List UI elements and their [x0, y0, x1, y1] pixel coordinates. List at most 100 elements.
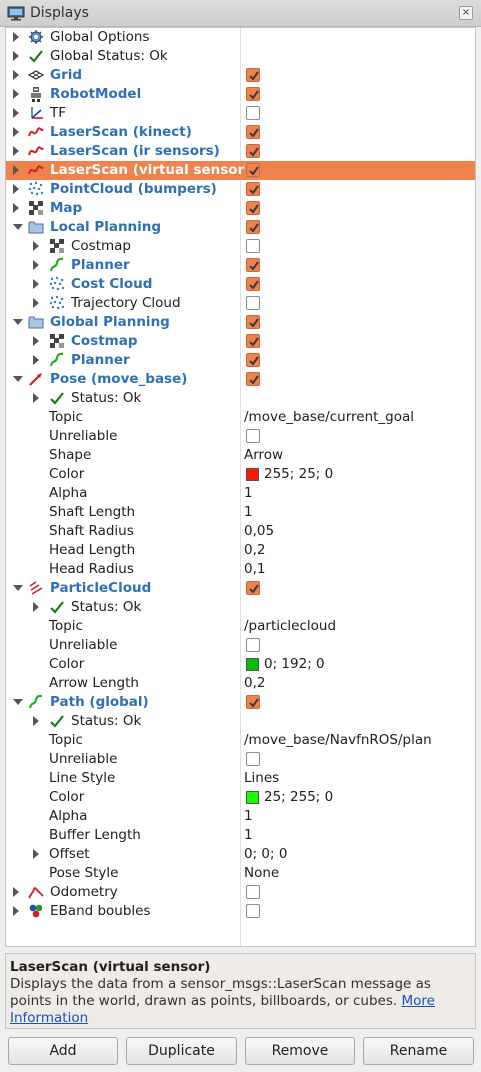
row-grid[interactable]: Grid [6, 66, 475, 85]
property-value[interactable]: 0,2 [244, 542, 265, 558]
prop-pose-head-radius[interactable]: Head Radius 0,1 [6, 560, 475, 579]
row-pose-status[interactable]: Status: Ok [6, 389, 475, 408]
property-value[interactable]: 255; 25; 0 [264, 466, 333, 482]
prop-particlecloud-color[interactable]: Color 0; 192; 0 [6, 655, 475, 674]
prop-path-pose-style[interactable]: Pose Style None [6, 864, 475, 883]
enabled-checkbox[interactable] [246, 429, 260, 443]
prop-pose-alpha[interactable]: Alpha 1 [6, 484, 475, 503]
collapse-arrow-icon[interactable] [13, 224, 23, 230]
expand-arrow-icon[interactable] [13, 203, 19, 213]
row-local-planner[interactable]: Planner [6, 256, 475, 275]
property-value[interactable]: 0,1 [244, 561, 265, 577]
add-button[interactable]: Add [8, 1037, 118, 1065]
row-odometry[interactable]: Odometry [6, 883, 475, 902]
expand-arrow-icon[interactable] [13, 108, 19, 118]
row-global-options[interactable]: Global Options [6, 28, 475, 47]
collapse-arrow-icon[interactable] [13, 319, 23, 325]
collapse-arrow-icon[interactable] [13, 585, 23, 591]
duplicate-button[interactable]: Duplicate [126, 1037, 237, 1065]
expand-arrow-icon[interactable] [33, 241, 39, 251]
row-path-global[interactable]: Path (global) [6, 693, 475, 712]
collapse-arrow-icon[interactable] [13, 699, 23, 705]
expand-arrow-icon[interactable] [13, 51, 19, 61]
enabled-checkbox[interactable] [246, 144, 260, 158]
expand-arrow-icon[interactable] [13, 70, 19, 80]
expand-arrow-icon[interactable] [33, 716, 39, 726]
color-swatch[interactable] [246, 658, 259, 671]
prop-pose-head-length[interactable]: Head Length 0,2 [6, 541, 475, 560]
prop-particlecloud-unreliable[interactable]: Unreliable [6, 636, 475, 655]
property-value[interactable]: 0,2 [244, 675, 265, 691]
enabled-checkbox[interactable] [246, 904, 260, 918]
expand-arrow-icon[interactable] [33, 355, 39, 365]
prop-pose-color[interactable]: Color 255; 25; 0 [6, 465, 475, 484]
row-global-planner[interactable]: Planner [6, 351, 475, 370]
row-local-planning[interactable]: Local Planning [6, 218, 475, 237]
row-pointcloud-bumpers[interactable]: PointCloud (bumpers) [6, 180, 475, 199]
property-value[interactable]: /particlecloud [244, 618, 336, 634]
property-value[interactable]: Lines [244, 770, 279, 786]
property-value[interactable]: Arrow [244, 447, 283, 463]
expand-arrow-icon[interactable] [13, 32, 19, 42]
enabled-checkbox[interactable] [246, 163, 260, 177]
prop-path-topic[interactable]: Topic/move_base/NavfnROS/plan [6, 731, 475, 750]
expand-arrow-icon[interactable] [33, 602, 39, 612]
row-robotmodel[interactable]: RobotModel [6, 85, 475, 104]
enabled-checkbox[interactable] [246, 87, 260, 101]
property-value[interactable]: 1 [244, 504, 253, 520]
row-global-costmap[interactable]: Costmap [6, 332, 475, 351]
prop-pose-shaft-length[interactable]: Shaft Length 1 [6, 503, 475, 522]
enabled-checkbox[interactable] [246, 372, 260, 386]
enabled-checkbox[interactable] [246, 258, 260, 272]
enabled-checkbox[interactable] [246, 239, 260, 253]
expand-arrow-icon[interactable] [13, 184, 19, 194]
row-laserscan-kinect[interactable]: LaserScan (kinect) [6, 123, 475, 142]
color-swatch[interactable] [246, 791, 259, 804]
row-pose[interactable]: Pose (move_base) [6, 370, 475, 389]
remove-button[interactable]: Remove [245, 1037, 355, 1065]
expand-arrow-icon[interactable] [33, 393, 39, 403]
row-particlecloud[interactable]: ParticleCloud [6, 579, 475, 598]
enabled-checkbox[interactable] [246, 315, 260, 329]
close-panel-button[interactable]: × [459, 6, 473, 20]
expand-arrow-icon[interactable] [13, 887, 19, 897]
row-global-status[interactable]: Global Status: Ok [6, 47, 475, 66]
property-value[interactable]: 0,05 [244, 523, 274, 539]
collapse-arrow-icon[interactable] [13, 376, 23, 382]
row-map[interactable]: Map [6, 199, 475, 218]
enabled-checkbox[interactable] [246, 353, 260, 367]
enabled-checkbox[interactable] [246, 201, 260, 215]
prop-pose-shaft-radius[interactable]: Shaft Radius 0,05 [6, 522, 475, 541]
enabled-checkbox[interactable] [246, 581, 260, 595]
rename-button[interactable]: Rename [363, 1037, 474, 1065]
row-particlecloud-status[interactable]: Status: Ok [6, 598, 475, 617]
property-value[interactable]: None [244, 865, 279, 881]
row-laserscan-ir[interactable]: LaserScan (ir sensors) [6, 142, 475, 161]
expand-arrow-icon[interactable] [13, 146, 19, 156]
prop-path-unreliable[interactable]: Unreliable [6, 750, 475, 769]
prop-particlecloud-topic[interactable]: Topic/particlecloud [6, 617, 475, 636]
enabled-checkbox[interactable] [246, 296, 260, 310]
prop-pose-unreliable[interactable]: Unreliable [6, 427, 475, 446]
prop-pose-shape[interactable]: Shape Arrow [6, 446, 475, 465]
prop-particlecloud-arrow-length[interactable]: Arrow Length 0,2 [6, 674, 475, 693]
prop-path-color[interactable]: Color 25; 255; 0 [6, 788, 475, 807]
property-value[interactable]: 1 [244, 827, 253, 843]
enabled-checkbox[interactable] [246, 885, 260, 899]
property-value[interactable]: 25; 255; 0 [264, 789, 333, 805]
expand-arrow-icon[interactable] [13, 127, 19, 137]
expand-arrow-icon[interactable] [33, 298, 39, 308]
enabled-checkbox[interactable] [246, 752, 260, 766]
prop-path-buffer-length[interactable]: Buffer Length 1 [6, 826, 475, 845]
property-value[interactable]: 1 [244, 485, 253, 501]
row-local-costmap[interactable]: Costmap [6, 237, 475, 256]
property-value[interactable]: 0; 192; 0 [264, 656, 325, 672]
expand-arrow-icon[interactable] [33, 260, 39, 270]
enabled-checkbox[interactable] [246, 68, 260, 82]
expand-arrow-icon[interactable] [13, 89, 19, 99]
prop-path-offset[interactable]: Offset 0; 0; 0 [6, 845, 475, 864]
row-trajectory-cloud[interactable]: Trajectory Cloud [6, 294, 475, 313]
enabled-checkbox[interactable] [246, 106, 260, 120]
enabled-checkbox[interactable] [246, 695, 260, 709]
enabled-checkbox[interactable] [246, 334, 260, 348]
